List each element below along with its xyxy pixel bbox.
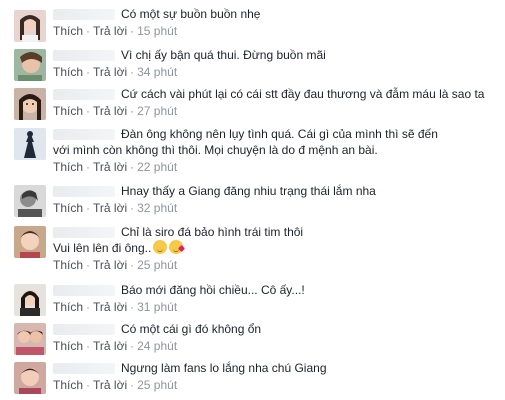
comment-time[interactable]: 22 phút (137, 160, 177, 174)
separator: · (130, 160, 135, 174)
reply-button[interactable]: Trả lời (93, 104, 127, 118)
avatar[interactable] (14, 185, 46, 217)
comment-text: Vì chị ấy bận quá thui. Đừng buồn mãi (121, 48, 326, 62)
like-button[interactable]: Thích (53, 339, 83, 353)
reply-button[interactable]: Trả lời (93, 339, 127, 353)
comment-text-line-2: với mình còn không thì thôi. Mọi chuyện … (53, 143, 378, 157)
comment-text: Có một cái gì đó không ổn (121, 322, 262, 336)
comment-time[interactable]: 25 phút (137, 378, 177, 392)
avatar[interactable] (14, 323, 46, 355)
separator: · (130, 378, 135, 392)
separator: · (130, 104, 135, 118)
separator: · (86, 160, 91, 174)
separator: · (130, 65, 135, 79)
avatar[interactable] (14, 362, 46, 394)
comment-text: Cứ cách vài phút lại có cái stt đầy đau … (121, 87, 485, 101)
separator: · (130, 300, 135, 314)
like-button[interactable]: Thích (53, 160, 83, 174)
commenter-name[interactable] (53, 89, 115, 101)
comment-time[interactable]: 34 phút (137, 65, 177, 79)
like-button[interactable]: Thích (53, 300, 83, 314)
tongue-face-emoji (153, 240, 168, 254)
like-button[interactable]: Thích (53, 201, 83, 215)
commenter-name[interactable] (53, 363, 115, 375)
reply-button[interactable]: Trả lời (93, 65, 127, 79)
reply-button[interactable]: Trả lời (93, 378, 127, 392)
reply-button[interactable]: Trả lời (93, 258, 127, 272)
comment-text: Hnay thấy a Giang đăng nhiu trạng thái l… (121, 184, 376, 198)
separator: · (86, 300, 91, 314)
comment-time[interactable]: 31 phút (137, 300, 177, 314)
avatar[interactable] (14, 284, 46, 316)
comment-time[interactable]: 24 phút (137, 339, 177, 353)
separator: · (86, 201, 91, 215)
commenter-name[interactable] (53, 186, 115, 198)
comment-text: Đàn ông không nên lụy tình quá. Cái gì c… (121, 127, 438, 141)
like-button[interactable]: Thích (53, 24, 83, 38)
avatar[interactable] (14, 226, 46, 258)
comment-text: Ngưng làm fans lo lắng nha chú Giang (121, 361, 327, 375)
comment-thread: Có một sự buồn buồn nhẹ Thích · Trả lời · 15… (0, 0, 505, 400)
commenter-name[interactable] (53, 50, 115, 62)
like-button[interactable]: Thích (53, 65, 83, 79)
separator: · (86, 104, 91, 118)
separator: · (86, 258, 91, 272)
comment-text-line-2: Vui lên lên đi ông.. (53, 241, 152, 255)
comment-time[interactable]: 15 phút (137, 24, 177, 38)
reply-button[interactable]: Trả lời (93, 201, 127, 215)
reply-button[interactable]: Trả lời (93, 24, 127, 38)
avatar[interactable] (14, 10, 46, 42)
reply-button[interactable]: Trả lời (93, 300, 127, 314)
commenter-name[interactable] (53, 9, 115, 21)
commenter-name[interactable] (53, 227, 115, 239)
like-button[interactable]: Thích (53, 258, 83, 272)
separator: · (130, 339, 135, 353)
separator: · (130, 258, 135, 272)
comment-time[interactable]: 25 phút (137, 258, 177, 272)
comment-time[interactable]: 32 phút (137, 201, 177, 215)
like-button[interactable]: Thích (53, 104, 83, 118)
separator: · (130, 24, 135, 38)
comment-text: Chỉ là siro đá bảo hình trái tim thôi (121, 225, 304, 239)
comment-text: Báo mới đăng hồi chiều... Cô ấy...! (121, 283, 305, 297)
commenter-name[interactable] (53, 129, 115, 141)
separator: · (130, 201, 135, 215)
comment-text: Có một sự buồn buồn nhẹ (121, 7, 261, 21)
separator: · (86, 65, 91, 79)
avatar[interactable] (14, 88, 46, 120)
reply-button[interactable]: Trả lời (93, 160, 127, 174)
separator: · (86, 339, 91, 353)
separator: · (86, 378, 91, 392)
avatar[interactable] (14, 128, 46, 160)
kiss-face-emoji (169, 240, 184, 254)
separator: · (86, 24, 91, 38)
comment-time[interactable]: 27 phút (137, 104, 177, 118)
avatar[interactable] (14, 49, 46, 81)
commenter-name[interactable] (53, 324, 115, 336)
commenter-name[interactable] (53, 285, 115, 297)
like-button[interactable]: Thích (53, 378, 83, 392)
